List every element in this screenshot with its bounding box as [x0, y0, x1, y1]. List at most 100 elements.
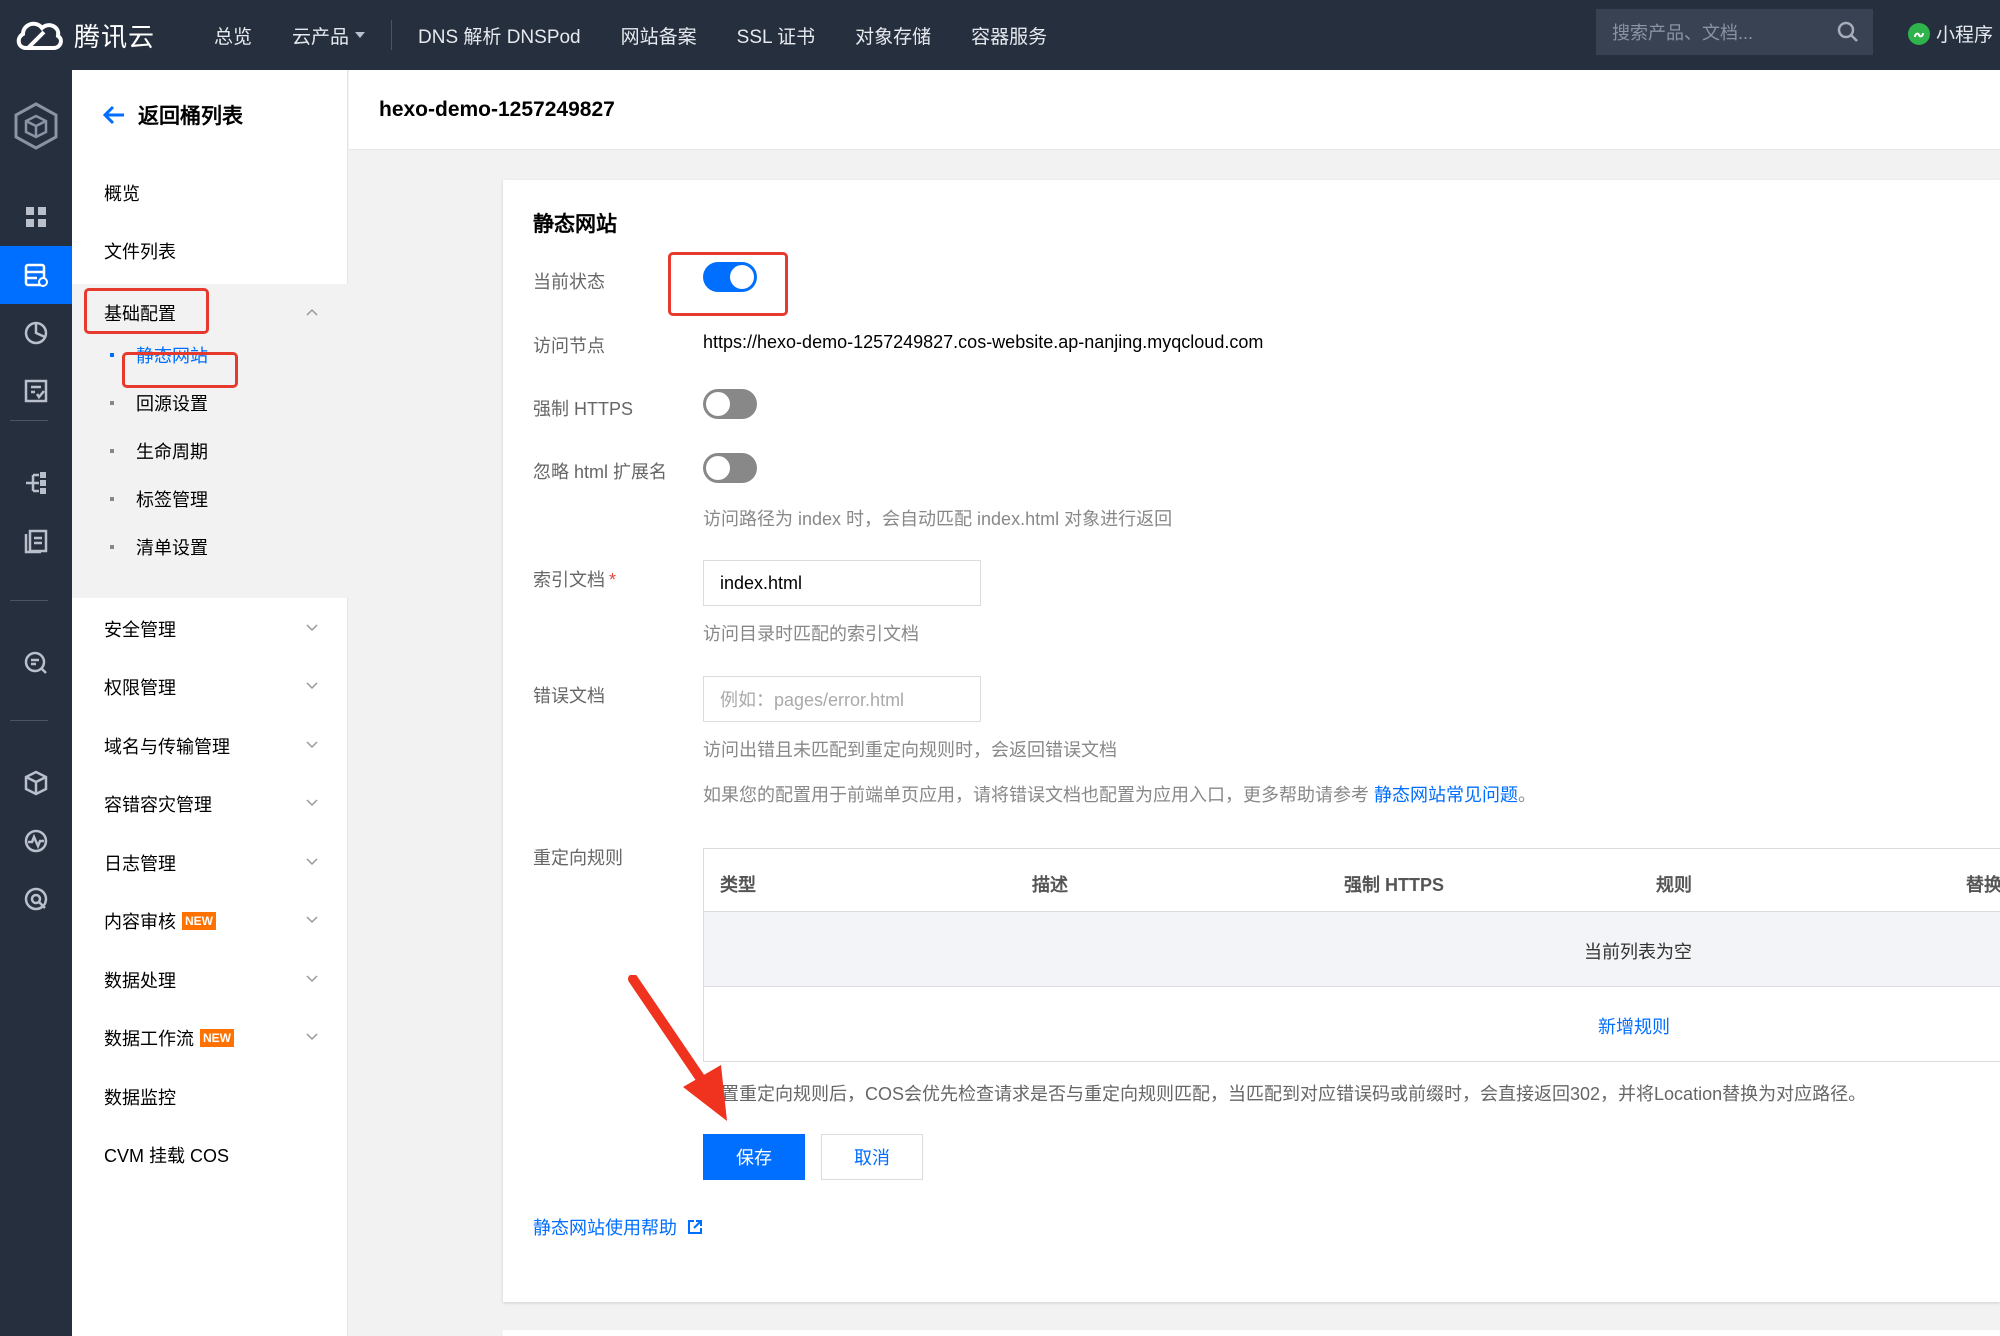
- ignore-ext-toggle[interactable]: [703, 453, 757, 483]
- grid-icon: [26, 207, 46, 227]
- chevron-down-icon: [306, 799, 318, 807]
- sidebar-item-domain-transfer[interactable]: 域名与传输管理: [72, 717, 348, 775]
- task-list-icon: [24, 379, 48, 403]
- documents-icon: [24, 529, 48, 554]
- empty-row: 当前列表为空: [704, 912, 2000, 987]
- empty-text: 当前列表为空: [1584, 942, 1692, 962]
- product-icon-rail: [0, 70, 72, 1336]
- sidebar-item-cvm-mount[interactable]: CVM 挂载 COS: [72, 1126, 348, 1184]
- package-icon: [24, 770, 48, 796]
- error-document-input[interactable]: 例如：pages/error.html: [703, 676, 981, 722]
- faq-link[interactable]: 静态网站常见问题: [1374, 785, 1518, 805]
- back-label: 返回桶列表: [138, 105, 243, 128]
- rail-tasks[interactable]: [0, 362, 72, 420]
- next-card: [503, 1330, 2000, 1336]
- toggle-knob: [706, 456, 730, 480]
- search-inspect-icon: [24, 651, 47, 674]
- tree-structure-icon: [26, 472, 46, 494]
- rail-analytics[interactable]: [0, 304, 72, 362]
- search-icon[interactable]: [1837, 21, 1859, 43]
- sidebar-item-permissions[interactable]: 权限管理: [72, 658, 348, 716]
- chevron-down-icon: [306, 975, 318, 983]
- col-type: 类型: [720, 875, 756, 895]
- sidebar-item-data-workflow[interactable]: 数据工作流 NEW: [72, 1009, 348, 1067]
- rail-bucket[interactable]: [0, 246, 72, 304]
- https-label: 强制 HTTPS: [533, 399, 634, 419]
- sidebar-item-content-audit[interactable]: 内容审核 NEW: [72, 892, 348, 950]
- nav-divider: [391, 20, 393, 50]
- help-link[interactable]: 静态网站使用帮助: [533, 1214, 703, 1240]
- col-description: 描述: [1032, 875, 1068, 895]
- section-title: 静态网站: [533, 213, 617, 236]
- cloud-logo-icon: [16, 21, 63, 50]
- index-label: 索引文档 *: [533, 570, 617, 590]
- save-button[interactable]: 保存: [703, 1134, 805, 1180]
- error-hint: 访问出错且未匹配到重定向规则时，会返回错误文档: [703, 740, 1117, 760]
- nav-ssl[interactable]: SSL 证书: [717, 22, 836, 49]
- https-toggle[interactable]: [703, 389, 757, 419]
- rail-migration[interactable]: [0, 454, 72, 512]
- nav-overview[interactable]: 总览: [194, 22, 272, 49]
- new-badge: NEW: [182, 912, 216, 930]
- index-document-input[interactable]: index.html: [703, 560, 981, 606]
- sidebar-sub-lifecycle[interactable]: 生命周期: [110, 438, 208, 464]
- add-rule-link[interactable]: 新增规则: [1598, 1013, 1670, 1039]
- ignore-ext-label: 忽略 html 扩展名: [533, 462, 668, 482]
- rail-home[interactable]: [0, 80, 72, 172]
- arrow-left-icon: [102, 105, 124, 125]
- sidebar-item-logs[interactable]: 日志管理: [72, 834, 348, 892]
- sidebar-sub-origin[interactable]: 回源设置: [110, 390, 208, 416]
- mini-program-label: 小程序: [1936, 25, 1994, 46]
- shield-scan-icon: [24, 887, 48, 911]
- rail-inspect[interactable]: [0, 634, 72, 692]
- chevron-up-icon: [306, 308, 318, 316]
- rail-monitor[interactable]: [0, 812, 72, 870]
- rail-security[interactable]: [0, 870, 72, 928]
- sidebar-sub-inventory[interactable]: 清单设置: [110, 534, 208, 560]
- nav-container[interactable]: 容器服务: [951, 22, 1067, 49]
- rail-dashboard[interactable]: [0, 188, 72, 246]
- back-to-bucket-list[interactable]: 返回桶列表: [102, 100, 243, 130]
- mini-program-link[interactable]: 小程序: [1908, 20, 1993, 47]
- search-input[interactable]: 搜索产品、文档...: [1596, 9, 1873, 55]
- rail-divider-2: [10, 600, 48, 601]
- search-placeholder: 搜索产品、文档...: [1612, 23, 1754, 43]
- cancel-button[interactable]: 取消: [821, 1134, 923, 1180]
- sidebar-item-data-processing[interactable]: 数据处理: [72, 951, 348, 1009]
- redirect-label: 重定向规则: [533, 848, 623, 868]
- nav-products[interactable]: 云产品: [272, 22, 385, 49]
- sidebar-sub-tags[interactable]: 标签管理: [110, 486, 208, 512]
- col-rule: 规则: [1656, 875, 1692, 895]
- rail-divider: [10, 420, 48, 421]
- bucket-sidebar: 返回桶列表 概览 文件列表 基础配置 静态网站 回源设置 生命周期 标签管理 清…: [72, 70, 348, 1336]
- database-icon: [24, 263, 48, 287]
- nav-dns[interactable]: DNS 解析 DNSPod: [398, 22, 601, 49]
- sidebar-item-overview[interactable]: 概览: [72, 164, 348, 222]
- pie-chart-icon: [24, 321, 48, 345]
- tencent-cloud-logo[interactable]: 腾讯云: [14, 17, 194, 54]
- nav-cos[interactable]: 对象存储: [835, 22, 951, 49]
- chevron-down-icon: [306, 741, 318, 749]
- chevron-down-icon: [355, 32, 366, 38]
- toggle-knob: [706, 392, 730, 416]
- rail-divider-3: [10, 720, 48, 721]
- redirect-rules-table: 类型 描述 强制 HTTPS 规则 替换 当前列表为空 新增规则: [703, 848, 2000, 1062]
- help-label: 静态网站使用帮助: [533, 1218, 677, 1238]
- hexagon-cube-icon: [14, 102, 58, 150]
- rail-package[interactable]: [0, 754, 72, 812]
- sidebar-item-data-monitor[interactable]: 数据监控: [72, 1068, 348, 1126]
- annotation-arrow-icon: [628, 975, 727, 1121]
- chevron-down-icon: [306, 916, 318, 924]
- sidebar-item-security[interactable]: 安全管理: [72, 600, 348, 658]
- nav-icp[interactable]: 网站备案: [601, 22, 717, 49]
- ignore-ext-hint: 访问路径为 index 时，会自动匹配 index.html 对象进行返回: [703, 509, 1173, 529]
- sidebar-item-files[interactable]: 文件列表: [72, 222, 348, 280]
- redirect-hint: 置重定向规则后，COS会优先检查请求是否与重定向规则匹配，当匹配到对应错误码或前…: [721, 1084, 1867, 1104]
- highlight-basic-config: [84, 288, 209, 334]
- chevron-down-icon: [306, 1033, 318, 1041]
- error-label: 错误文档: [533, 686, 605, 706]
- rail-docs[interactable]: [0, 512, 72, 570]
- sidebar-item-disaster-recovery[interactable]: 容错容灾管理: [72, 775, 348, 833]
- content-header: hexo-demo-1257249827: [349, 70, 2000, 150]
- top-nav-bar: 腾讯云 总览 云产品 DNS 解析 DNSPod 网站备案 SSL 证书 对象存…: [0, 0, 2000, 70]
